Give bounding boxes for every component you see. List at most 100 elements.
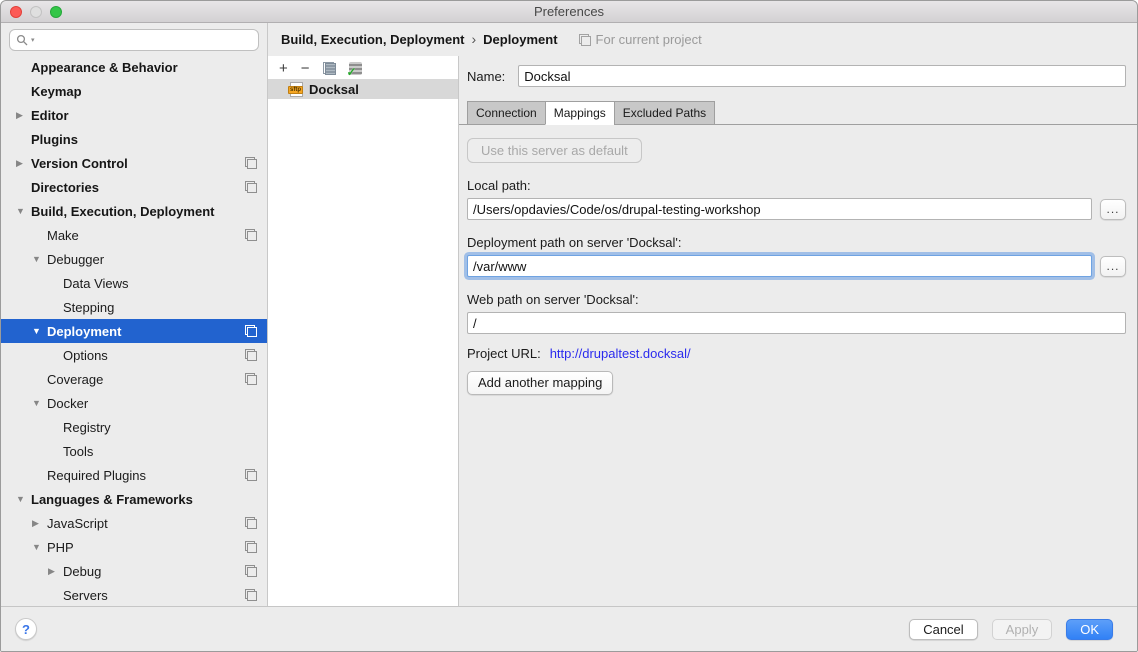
sidebar-item-stepping[interactable]: Stepping [1, 295, 267, 319]
sidebar-item-debugger[interactable]: ▼Debugger [1, 247, 267, 271]
sidebar-item-label: JavaScript [47, 516, 108, 531]
close-button[interactable] [10, 6, 22, 18]
sidebar-item-registry[interactable]: Registry [1, 415, 267, 439]
tab-excluded-paths[interactable]: Excluded Paths [614, 101, 715, 125]
sidebar-item-directories[interactable]: Directories [1, 175, 267, 199]
for-current-project-icon [245, 565, 257, 577]
sidebar-item-languages-frameworks[interactable]: ▼Languages & Frameworks [1, 487, 267, 511]
web-path-on-server-docksal-input[interactable] [467, 312, 1126, 334]
sidebar-item-label: Editor [31, 108, 69, 123]
sidebar-item-label: Data Views [63, 276, 129, 291]
chevron-down-icon[interactable]: ▼ [31, 542, 47, 552]
search-input[interactable] [37, 33, 252, 48]
sidebar-item-label: Appearance & Behavior [31, 60, 178, 75]
chevron-right-icon[interactable]: ▶ [15, 158, 31, 169]
zoom-button[interactable] [50, 6, 62, 18]
add-another-mapping-button[interactable]: Add another mapping [467, 371, 613, 395]
for-current-project-icon [245, 229, 257, 241]
tab-mappings[interactable]: Mappings [545, 101, 615, 125]
help-button[interactable]: ? [15, 618, 37, 640]
sidebar-item-build-execution-deployment[interactable]: ▼Build, Execution, Deployment [1, 199, 267, 223]
chevron-down-icon[interactable]: ▼ [15, 494, 31, 504]
chevron-right-icon[interactable]: ▶ [31, 518, 47, 529]
sidebar-item-editor[interactable]: ▶Editor [1, 103, 267, 127]
sidebar-item-label: Directories [31, 180, 99, 195]
sftp-icon: sftp [290, 82, 303, 97]
copy-icon[interactable] [323, 62, 336, 75]
cancel-button[interactable]: Cancel [909, 619, 977, 640]
sidebar-item-required-plugins[interactable]: Required Plugins [1, 463, 267, 487]
sidebar-item-keymap[interactable]: Keymap [1, 79, 267, 103]
sidebar-item-label: Deployment [47, 324, 121, 339]
name-input[interactable] [518, 65, 1126, 87]
for-current-project-icon [245, 541, 257, 553]
breadcrumb-parent[interactable]: Build, Execution, Deployment [281, 32, 464, 47]
sidebar-item-label: Make [47, 228, 79, 243]
sidebar-item-label: Servers [63, 588, 108, 603]
local-path-row: ... [467, 198, 1126, 220]
sidebar-item-php[interactable]: ▼PHP [1, 535, 267, 559]
breadcrumb: Build, Execution, Deployment › Deploymen… [268, 23, 1137, 56]
sidebar-item-coverage[interactable]: Coverage [1, 367, 267, 391]
browse-button[interactable]: ... [1100, 199, 1126, 220]
sftp-badge-label: sftp [288, 86, 303, 94]
tab-connection[interactable]: Connection [467, 101, 546, 125]
chevron-down-icon[interactable]: ▼ [31, 254, 47, 264]
browse-button[interactable]: ... [1100, 256, 1126, 277]
settings-sidebar: ▾ Appearance & BehaviorKeymap▶EditorPlug… [1, 23, 268, 606]
search-icon [16, 34, 29, 47]
preferences-window: Preferences ▾ Appearance & Behavior Keyma… [0, 0, 1138, 652]
use-server-default-button[interactable]: Use this server as default [467, 138, 642, 163]
add-icon[interactable]: + [279, 62, 288, 76]
name-label: Name: [467, 69, 505, 84]
chevron-down-icon[interactable]: ▼ [15, 206, 31, 216]
sidebar-item-javascript[interactable]: ▶JavaScript [1, 511, 267, 535]
deployment-path-on-server-docksal-row: ... [467, 255, 1126, 277]
for-current-project-icon [245, 157, 257, 169]
web-path-on-server-docksal-row [467, 312, 1126, 334]
use-as-default-icon[interactable] [349, 62, 362, 75]
sidebar-item-label: Debug [63, 564, 101, 579]
settings-search[interactable]: ▾ [9, 29, 259, 51]
sidebar-item-plugins[interactable]: Plugins [1, 127, 267, 151]
server-toolbar: +− [268, 56, 458, 79]
sidebar-item-servers[interactable]: Servers [1, 583, 267, 606]
sidebar-item-options[interactable]: Options [1, 343, 267, 367]
sidebar-item-deployment[interactable]: ▼Deployment [1, 319, 267, 343]
sidebar-item-label: Docker [47, 396, 88, 411]
for-current-project-icon [245, 349, 257, 361]
window-title: Preferences [1, 1, 1137, 22]
sidebar-item-label: PHP [47, 540, 74, 555]
breadcrumb-current: Deployment [483, 32, 557, 47]
minimize-button [30, 6, 42, 18]
sidebar-item-label: Debugger [47, 252, 104, 267]
sidebar-item-docker[interactable]: ▼Docker [1, 391, 267, 415]
breadcrumb-separator: › [471, 31, 476, 47]
deployment-path-on-server-docksal-input[interactable] [467, 255, 1092, 277]
sidebar-item-data-views[interactable]: Data Views [1, 271, 267, 295]
remove-icon[interactable]: − [301, 62, 310, 76]
sidebar-item-tools[interactable]: Tools [1, 439, 267, 463]
settings-tree: Appearance & BehaviorKeymap▶EditorPlugin… [1, 55, 267, 606]
server-item-docksal[interactable]: sftp Docksal [268, 79, 458, 99]
server-item-label: Docksal [309, 82, 359, 97]
sidebar-item-make[interactable]: Make [1, 223, 267, 247]
sidebar-item-version-control[interactable]: ▶Version Control [1, 151, 267, 175]
apply-button[interactable]: Apply [992, 619, 1053, 640]
chevron-right-icon[interactable]: ▶ [15, 110, 31, 121]
chevron-down-icon[interactable]: ▼ [31, 398, 47, 408]
chevron-down-icon[interactable]: ▼ [31, 326, 47, 336]
dialog-footer: ? Cancel Apply OK [1, 606, 1137, 651]
sidebar-item-debug[interactable]: ▶Debug [1, 559, 267, 583]
chevron-right-icon[interactable]: ▶ [47, 566, 63, 577]
for-current-project-icon [245, 325, 257, 337]
search-options-caret-icon[interactable]: ▾ [31, 36, 35, 44]
ok-button[interactable]: OK [1066, 619, 1113, 640]
sidebar-item-label: Build, Execution, Deployment [31, 204, 214, 219]
title-bar[interactable]: Preferences [1, 1, 1137, 23]
local-path-input[interactable] [467, 198, 1092, 220]
server-list-panel: +− sftp Docksal [268, 56, 459, 606]
sidebar-item-appearance-behavior[interactable]: Appearance & Behavior [1, 55, 267, 79]
project-url-link[interactable]: http://drupaltest.docksal/ [550, 346, 691, 361]
web-path-on-server-docksal-label: Web path on server 'Docksal': [467, 292, 1126, 307]
